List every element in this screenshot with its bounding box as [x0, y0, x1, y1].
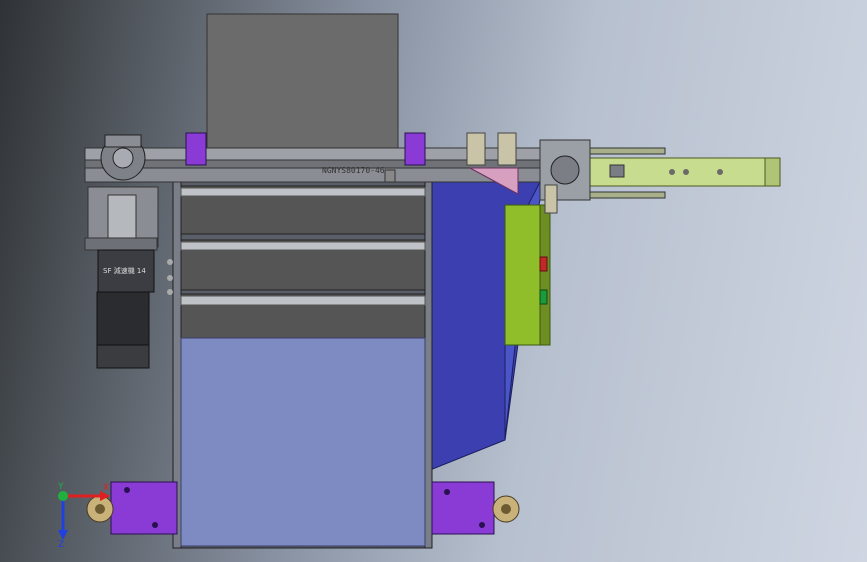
- pulley-top: [104, 134, 142, 148]
- cad-viewport[interactable]: SF 減速機 14 NGNYS80170-46 Y X Z: [0, 0, 867, 562]
- motor-label: SF 減速機 14: [103, 266, 146, 275]
- rail-bracket: [404, 132, 426, 166]
- tension-rod: [589, 191, 666, 199]
- drawer-2-rail: [180, 241, 426, 251]
- axis-y-label: Y: [57, 482, 64, 492]
- caster-hub-left: [95, 504, 105, 514]
- plate-hole: [717, 169, 723, 175]
- tension-bolt: [609, 164, 625, 178]
- drawer-3-rail: [180, 295, 426, 306]
- plate-hole: [683, 169, 689, 175]
- drive-pulley-hub: [112, 147, 134, 169]
- cabinet-post-right: [424, 179, 433, 549]
- plate-hole: [669, 169, 675, 175]
- skid-bolt: [479, 522, 485, 528]
- control-box: [504, 204, 541, 346]
- chute-panel: [180, 337, 426, 547]
- red-indicator: [539, 256, 548, 272]
- motor-mount: [84, 237, 158, 251]
- skid-left: [110, 481, 178, 535]
- adjust-bracket: [466, 132, 486, 166]
- rail-bracket: [185, 132, 207, 166]
- conveyor-extension-end: [764, 157, 781, 187]
- idler-block: [544, 184, 558, 214]
- skid-bolt: [444, 489, 450, 495]
- cad-model-drawing: SF 減速機 14 NGNYS80170-46 Y X Z: [57, 13, 781, 550]
- part-label: NGNYS80170-46: [322, 166, 385, 175]
- mount-bolt: [167, 259, 173, 265]
- green-indicator: [539, 289, 548, 305]
- control-box-side: [539, 204, 551, 346]
- axis-x-label: X: [103, 483, 109, 493]
- idler-pulley: [550, 155, 580, 185]
- top-box: [206, 13, 399, 151]
- mount-bolt: [167, 289, 173, 295]
- skid-bolt: [152, 522, 158, 528]
- caster-hub-right: [501, 504, 511, 514]
- sensor-block: [384, 169, 396, 183]
- adjust-bracket: [497, 132, 517, 166]
- tension-rod: [589, 147, 666, 155]
- motor-coupling: [107, 194, 137, 241]
- drawer-1-rail: [180, 187, 426, 197]
- mount-bolt: [167, 275, 173, 281]
- motor-endcap: [96, 344, 150, 369]
- skid-bolt: [124, 487, 130, 493]
- axis-z-label: Z: [58, 540, 64, 550]
